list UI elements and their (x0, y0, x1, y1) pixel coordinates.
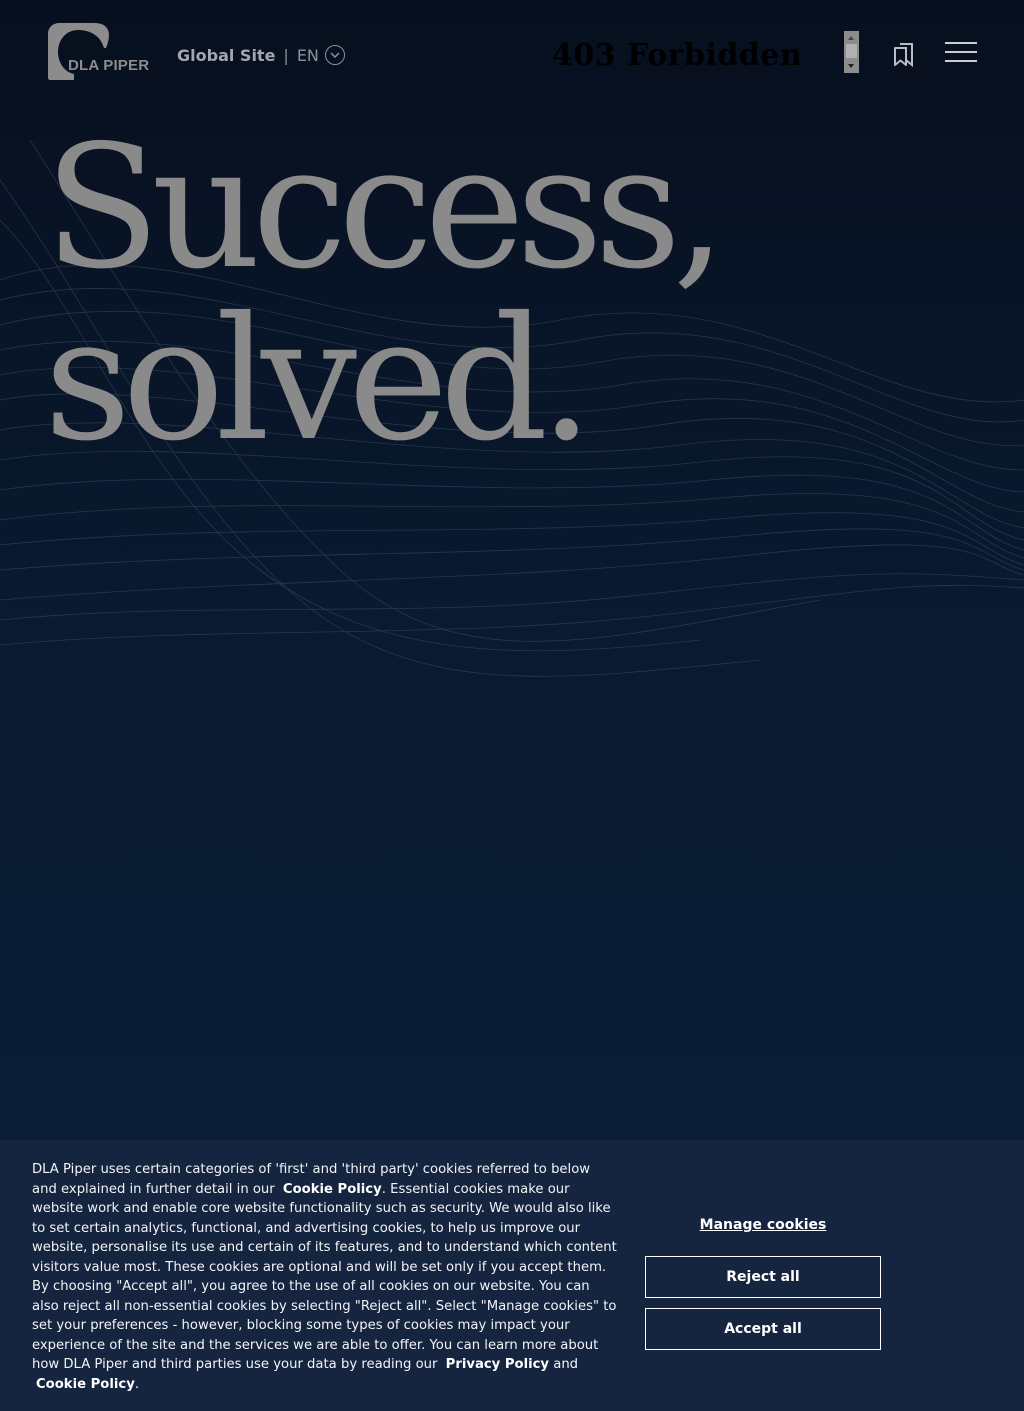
site-header: DLA PIPER Global Site | EN 403 Forbidden (0, 0, 1024, 110)
cookie-policy-link[interactable]: Cookie Policy (283, 1182, 382, 1197)
bookmark-icon[interactable] (893, 41, 915, 67)
scroll-down-icon[interactable] (848, 64, 854, 68)
forbidden-error-text: 403 Forbidden (552, 38, 803, 73)
accept-all-button[interactable]: Accept all (645, 1308, 881, 1350)
embedded-scrollbar[interactable] (844, 31, 859, 73)
scroll-thumb[interactable] (846, 44, 857, 58)
site-language-switcher[interactable]: Global Site | EN (177, 44, 345, 66)
global-site-link[interactable]: Global Site (177, 46, 275, 65)
cookie-text-end: . (134, 1376, 140, 1392)
hero-line-2: solved. (44, 281, 593, 479)
site-separator: | (283, 45, 289, 65)
hero-title: Success, solved. (44, 109, 726, 479)
cookie-policy-link-2[interactable]: Cookie Policy (36, 1377, 135, 1392)
privacy-policy-link[interactable]: Privacy Policy (446, 1357, 549, 1372)
scroll-up-icon[interactable] (848, 36, 854, 40)
manage-cookies-button[interactable]: Manage cookies (645, 1217, 881, 1233)
cookie-text-and: and (553, 1357, 579, 1372)
reject-all-button[interactable]: Reject all (645, 1256, 881, 1298)
hero-line-1: Success, (44, 109, 726, 307)
dla-piper-logo[interactable]: DLA PIPER (48, 22, 150, 82)
chevron-down-icon[interactable] (324, 45, 345, 65)
language-label[interactable]: EN (297, 46, 319, 65)
logo-text: DLA PIPER (68, 57, 149, 74)
cookie-banner-text: DLA Piper uses certain categories of 'fi… (32, 1160, 617, 1394)
cookie-text-part-2: . Essential cookies make our website wor… (32, 1181, 617, 1373)
hamburger-menu-icon[interactable] (945, 42, 977, 62)
cookie-banner: DLA Piper uses certain categories of 'fi… (0, 1140, 1024, 1411)
